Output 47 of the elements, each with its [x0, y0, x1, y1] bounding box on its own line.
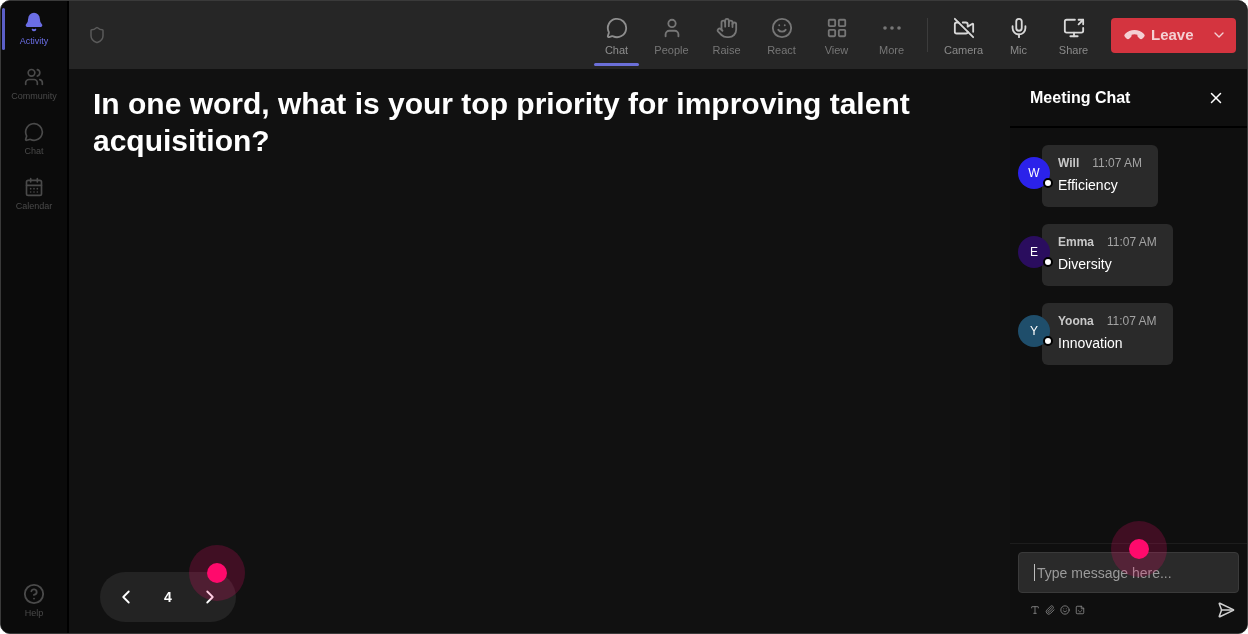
message-text: Innovation	[1058, 334, 1124, 353]
smiley-icon[interactable]	[1060, 605, 1070, 615]
help-icon	[23, 583, 45, 605]
chat-bubble-icon	[605, 17, 628, 39]
paperclip-icon[interactable]	[1045, 605, 1055, 615]
device-button[interactable]: Camera	[936, 1, 991, 69]
question-heading: In one word, what is your top priority for improving talent acquisition?	[93, 86, 911, 159]
message-input[interactable]: Type message here...	[1018, 552, 1239, 593]
page-number: 4	[163, 587, 173, 607]
message-time: 11:07 AM	[1107, 234, 1157, 251]
hand-icon	[715, 17, 738, 39]
selection-indicator	[2, 8, 5, 50]
calendar-icon	[24, 176, 44, 197]
toolbar-tab[interactable]: Raise	[699, 1, 754, 69]
text-cursor-icon	[1034, 564, 1035, 581]
message-time: 11:07 AM	[1092, 155, 1143, 172]
chat-title: Meeting Chat	[1030, 87, 1131, 108]
smiley-icon	[770, 17, 793, 39]
chat-bubble-icon	[24, 121, 44, 142]
toolbar-tab[interactable]: Chat	[589, 1, 644, 69]
message-time: 11:07 AM	[1106, 313, 1157, 330]
text-format-icon[interactable]	[1030, 605, 1040, 615]
share-screen-icon	[1062, 17, 1085, 39]
shield-icon	[88, 26, 106, 44]
grid-icon	[825, 17, 848, 39]
toolbar-tab[interactable]: More	[864, 1, 919, 69]
sender-name: Will	[1058, 155, 1080, 172]
sidebar-item[interactable]: Activity	[1, 8, 67, 50]
sticker-icon[interactable]	[1075, 605, 1085, 615]
sender-name: Yoona	[1058, 313, 1094, 330]
sidebar-item[interactable]: Community	[1, 63, 67, 105]
touch-indicator-icon	[189, 545, 245, 601]
camera-off-icon	[952, 17, 975, 39]
device-button[interactable]: Mic	[991, 1, 1046, 69]
toolbar-tab[interactable]: View	[809, 1, 864, 69]
more-icon	[882, 26, 901, 30]
sender-name: Emma	[1058, 234, 1095, 251]
message-text: Diversity	[1058, 255, 1113, 274]
toolbar-tab[interactable]: React	[754, 1, 809, 69]
device-button[interactable]: Share	[1046, 1, 1101, 69]
people-icon	[24, 66, 44, 87]
send-button[interactable]	[1217, 601, 1235, 619]
send-icon	[1217, 601, 1235, 619]
toolbar-tab[interactable]: People	[644, 1, 699, 69]
bell-icon	[24, 11, 44, 32]
leave-button[interactable]: Leave	[1111, 17, 1236, 53]
message-text: Efficiency	[1058, 176, 1119, 195]
